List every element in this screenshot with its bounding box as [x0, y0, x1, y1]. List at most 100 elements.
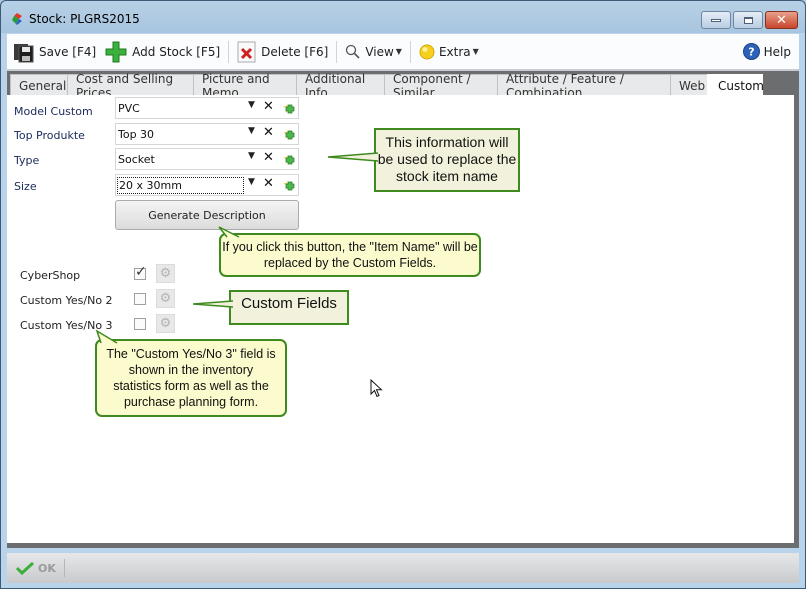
add-icon — [105, 41, 127, 62]
help-label: Help — [763, 44, 791, 59]
extra-menu-button[interactable]: Extra ▼ — [415, 38, 483, 66]
gear-icon: ⚙ — [159, 291, 172, 306]
add-stock-label: Add Stock [F5] — [132, 44, 221, 59]
custom-yes-no-2-checkbox[interactable] — [134, 293, 146, 305]
ok-label: OK — [38, 561, 56, 575]
custom-yes-no-3-checkbox[interactable] — [134, 318, 146, 330]
magnifier-icon — [346, 44, 360, 59]
add-star-icon[interactable] — [282, 101, 297, 116]
status-separator — [63, 559, 65, 577]
callout-custom-fields: Custom Fields — [192, 290, 349, 325]
gear-icon: ⚙ — [159, 316, 172, 331]
tab-cost-and-selling-prices[interactable]: Cost and Selling Prices — [67, 72, 194, 100]
clear-icon[interactable]: ✕ — [263, 150, 274, 165]
dropdown-arrow-icon[interactable]: ▼ — [248, 151, 255, 161]
callout-pointer — [95, 329, 118, 344]
view-menu-button[interactable]: View ▼ — [341, 38, 406, 66]
add-star-icon[interactable] — [282, 127, 297, 142]
add-star-icon[interactable] — [282, 178, 297, 193]
tab-bar: General Cost and Selling Prices Picture … — [7, 70, 799, 100]
delete-icon — [237, 41, 256, 62]
callout-text: If you click this button, the "Item Name… — [222, 240, 478, 270]
callout-text: The "Custom Yes/No 3" field is shown in … — [106, 347, 276, 409]
window-title: Stock: PLGRS2015 — [29, 12, 140, 26]
tab-picture-and-memo[interactable]: Picture and Memo — [193, 72, 297, 100]
combo-value: Socket — [118, 153, 155, 166]
toolbar: Save [F4] Add Stock [F5] Delete [F6] Vie… — [7, 34, 799, 70]
dropdown-arrow-icon[interactable]: ▼ — [248, 100, 255, 110]
dropdown-arrow-icon[interactable]: ▼ — [248, 177, 255, 187]
status-bar: OK — [7, 553, 799, 583]
toolbar-separator — [228, 40, 230, 63]
app-logo-icon — [12, 13, 22, 25]
generate-description-button[interactable]: Generate Description — [115, 200, 299, 230]
title-bar: Stock: PLGRS2015 ✕ — [1, 1, 805, 34]
model-custom-combo[interactable]: PVC ▼ ✕ — [115, 97, 299, 119]
type-combo[interactable]: Socket ▼ ✕ — [115, 148, 299, 170]
save-button[interactable]: Save [F4] — [9, 38, 100, 66]
checkmark-icon: ✓ — [135, 264, 147, 280]
add-stock-button[interactable]: Add Stock [F5] — [100, 38, 224, 66]
size-combo[interactable]: 20 x 30mm ▼ ✕ — [115, 174, 299, 196]
callout-pointer — [327, 152, 379, 162]
maximize-icon — [743, 16, 753, 24]
gear-icon: ⚙ — [159, 266, 172, 281]
tab-component-similar[interactable]: Component / Similar — [384, 72, 498, 100]
help-icon: ? — [742, 43, 760, 60]
field-label-size: Size — [14, 180, 37, 193]
checkmark-icon — [16, 561, 34, 575]
field-label-top-produkte: Top Produkte — [14, 129, 85, 142]
custom-yes-no-3-settings-button[interactable]: ⚙ — [156, 314, 175, 333]
callout-item-name-info: This information will be used to replace… — [327, 128, 520, 192]
tab-custom[interactable]: Custom — [707, 74, 764, 96]
toolbar-separator — [409, 40, 411, 63]
field-label-type: Type — [14, 154, 40, 167]
cybershop-checkbox[interactable]: ✓ — [134, 264, 147, 280]
callout-text: Custom Fields — [241, 295, 337, 312]
extra-icon — [419, 44, 435, 59]
chevron-down-icon: ▼ — [472, 47, 479, 56]
callout-yes-no-3-info: The "Custom Yes/No 3" field is shown in … — [95, 329, 287, 417]
callout-pointer — [192, 300, 234, 308]
clear-icon[interactable]: ✕ — [263, 176, 274, 191]
close-button[interactable]: ✕ — [765, 11, 798, 29]
save-label: Save [F4] — [39, 44, 97, 59]
ok-button[interactable]: OK — [16, 561, 56, 575]
add-star-icon[interactable] — [282, 152, 297, 167]
tab-general[interactable]: General — [10, 74, 68, 96]
minimize-icon — [711, 18, 721, 22]
checkbox-label-cybershop: CyberShop — [20, 269, 81, 282]
callout-text: This information will be used to replace… — [377, 134, 517, 184]
svg-text:?: ? — [748, 46, 754, 59]
chevron-down-icon: ▼ — [395, 47, 402, 56]
delete-label: Delete [F6] — [261, 44, 329, 59]
dropdown-arrow-icon[interactable]: ▼ — [248, 126, 255, 136]
clear-icon[interactable]: ✕ — [263, 125, 274, 140]
minimize-button[interactable] — [701, 11, 731, 29]
stock-window: Stock: PLGRS2015 ✕ Save [F4] Add Stock [… — [0, 0, 806, 589]
combo-value: PVC — [118, 102, 140, 115]
field-label-model-custom: Model Custom — [14, 105, 93, 118]
combo-value: Top 30 — [118, 128, 155, 141]
save-icon — [14, 43, 34, 62]
extra-label: Extra — [438, 44, 471, 59]
custom-yes-no-2-settings-button[interactable]: ⚙ — [156, 289, 175, 308]
cybershop-settings-button[interactable]: ⚙ — [156, 264, 175, 283]
tab-web[interactable]: Web — [670, 74, 708, 96]
combo-value: 20 x 30mm — [117, 177, 244, 194]
view-label: View — [365, 44, 394, 59]
top-produkte-combo[interactable]: Top 30 ▼ ✕ — [115, 123, 299, 145]
clear-icon[interactable]: ✕ — [263, 99, 274, 114]
callout-generate-info: If you click this button, the "Item Name… — [218, 226, 481, 277]
tab-attribute-feature-combination[interactable]: Attribute / Feature / Combination — [497, 72, 671, 100]
checkbox-label-custom-yes-no-2: Custom Yes/No 2 — [20, 294, 113, 307]
toolbar-separator — [336, 40, 338, 63]
maximize-button[interactable] — [733, 11, 763, 29]
tab-additional-info[interactable]: Additional Info — [296, 72, 385, 100]
close-icon: ✕ — [776, 12, 787, 28]
callout-pointer — [218, 226, 240, 238]
delete-button[interactable]: Delete [F6] — [233, 38, 332, 66]
custom-tab-panel: Model Custom PVC ▼ ✕ Top Produkte Top 30… — [7, 95, 799, 548]
mouse-cursor-icon — [370, 379, 383, 398]
help-button[interactable]: ? Help — [739, 38, 795, 66]
